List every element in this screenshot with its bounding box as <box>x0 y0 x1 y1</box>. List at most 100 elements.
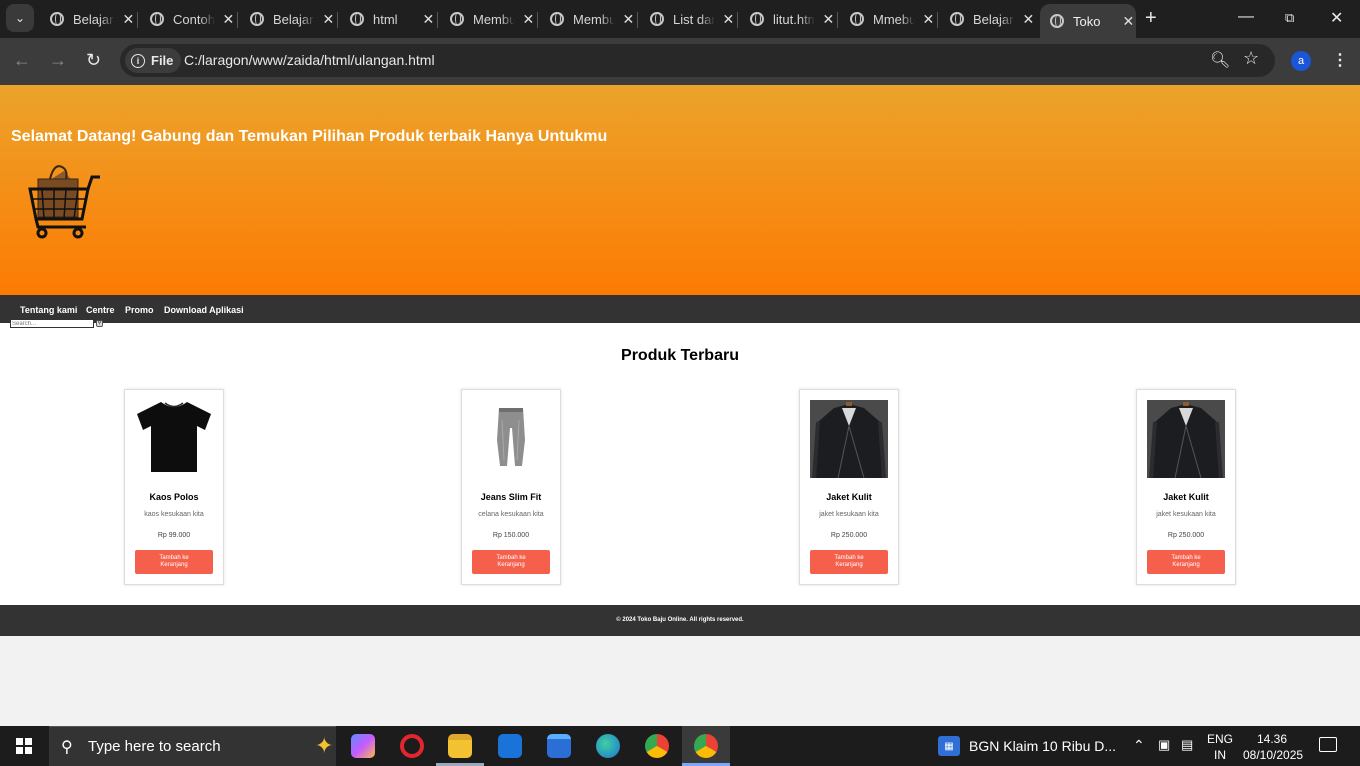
chrome-icon[interactable] <box>645 734 669 758</box>
close-icon[interactable]: ✕ <box>221 11 236 28</box>
browser-toolbar: ← → ↻ i File C:/laragon/www/zaida/html/u… <box>0 38 1360 85</box>
sparkle-icon: ✦ <box>315 733 334 758</box>
close-icon[interactable]: ✕ <box>1021 11 1036 28</box>
product-name: Jeans Slim Fit <box>480 492 542 502</box>
info-icon: i <box>131 53 145 68</box>
keyboard-region: IN <box>1214 748 1226 762</box>
windows-taskbar: ⚲ Type here to search ✦ ▦ BGN Klaim 10 R… <box>0 726 1360 766</box>
nav-link-tentang-kami[interactable]: Tentang kami <box>20 305 77 315</box>
clock-time: 14.36 <box>1256 732 1288 746</box>
browser-tab[interactable]: html ✕ <box>340 4 438 34</box>
menu-kebab-icon[interactable]: ⋮ <box>1332 50 1348 70</box>
bookmark-star-icon[interactable]: ☆ <box>1243 48 1259 69</box>
profile-initial: a <box>1297 55 1305 67</box>
site-info-chip[interactable]: i File <box>125 48 182 73</box>
close-icon[interactable]: ✕ <box>921 11 936 28</box>
outlook-icon[interactable] <box>498 734 522 758</box>
search-button[interactable]: ⚲ <box>96 320 103 327</box>
copilot-icon[interactable] <box>351 734 375 758</box>
file-explorer-icon[interactable] <box>448 734 472 758</box>
tab-label: Belajar <box>73 11 114 27</box>
reload-icon[interactable]: ↻ <box>86 50 101 71</box>
system-clock[interactable]: 14.36 08/10/2025 <box>1243 731 1303 763</box>
hero-banner: Selamat Datang! Gabung dan Temukan Pilih… <box>0 85 1360 295</box>
browser-tab[interactable]: Belajar ✕ <box>40 4 138 34</box>
close-icon[interactable]: ✕ <box>1121 13 1136 30</box>
tray-chevron-up-icon[interactable]: ⌃ <box>1133 737 1145 754</box>
opera-icon[interactable] <box>400 734 424 758</box>
tab-label: Membuat <box>473 11 515 27</box>
browser-tab-active[interactable]: Toko ✕ <box>1040 4 1136 38</box>
site-footer: © 2024 Toko Baju Online. All rights rese… <box>0 605 1360 636</box>
section-title: Produk Terbaru <box>621 347 739 364</box>
browser-tab[interactable]: litut.html ✕ <box>740 4 838 34</box>
close-icon[interactable]: ✕ <box>621 11 636 28</box>
browser-tab[interactable]: List dan ✕ <box>640 4 738 34</box>
browser-tab[interactable]: Contoh ✕ <box>140 4 238 34</box>
product-card: Jaket Kulit jaket kesukaan kita Rp 250.0… <box>799 389 899 585</box>
meet-now-icon[interactable]: ▣ <box>1158 737 1170 753</box>
product-description: kaos kesukaan kita <box>144 511 204 518</box>
tab-label: List dan <box>673 11 715 27</box>
nav-link-download-aplikasi[interactable]: Download Aplikasi <box>164 305 244 315</box>
restore-icon[interactable]: ⧉ <box>1285 10 1294 26</box>
language-indicator[interactable]: ENG IN <box>1207 731 1233 763</box>
browser-tab[interactable]: Mmebuat ✕ <box>840 4 938 34</box>
add-to-cart-button[interactable]: Tambah ke Keranjang <box>810 550 888 574</box>
taskbar-search-placeholder: Type here to search <box>88 738 221 755</box>
address-bar[interactable]: i File C:/laragon/www/zaida/html/ulangan… <box>120 44 1275 77</box>
nav-link-centre[interactable]: Centre <box>86 305 115 315</box>
globe-icon <box>450 12 464 26</box>
product-description: jaket kesukaan kita <box>819 511 879 518</box>
tab-label: Membuat <box>573 11 615 27</box>
chrome-profile-icon[interactable] <box>694 734 718 758</box>
profile-avatar[interactable]: a <box>1291 51 1311 71</box>
product-card: Jeans Slim Fit celana kesukaan kita Rp 1… <box>461 389 561 585</box>
product-description: celana kesukaan kita <box>478 511 544 518</box>
tab-label: Belajar <box>973 11 1014 27</box>
product-price: Rp 150.000 <box>492 532 530 539</box>
close-icon[interactable]: ✕ <box>821 11 836 28</box>
news-widget[interactable]: ▦ BGN Klaim 10 Ribu D... <box>938 735 1116 757</box>
tab-search-chevron-icon[interactable]: ⌄ <box>6 4 34 32</box>
product-name: Jaket Kulit <box>1163 492 1209 502</box>
nav-link-promo[interactable]: Promo <box>125 305 154 315</box>
add-to-cart-button[interactable]: Tambah ke Keranjang <box>472 550 550 574</box>
browser-tab[interactable]: Belajar ✕ <box>240 4 338 34</box>
browser-tab[interactable]: Belajar ✕ <box>940 4 1036 34</box>
globe-icon <box>550 12 564 26</box>
language-code: ENG <box>1207 732 1234 746</box>
chip-label: File <box>151 53 174 68</box>
search-icon: ⚲ <box>61 739 73 756</box>
close-icon[interactable]: ✕ <box>121 11 136 28</box>
tab-label: html <box>373 11 398 27</box>
shopping-cart-icon <box>28 165 100 239</box>
windows-start-icon[interactable] <box>16 738 32 754</box>
taskbar-search-box[interactable]: ⚲ Type here to search ✦ <box>49 726 336 766</box>
browser-tab[interactable]: Membuat ✕ <box>540 4 638 34</box>
zoom-magnifier-icon[interactable]: 🔍︎ <box>1210 50 1230 70</box>
news-icon: ▦ <box>938 736 960 756</box>
search-input[interactable] <box>10 319 94 328</box>
add-to-cart-button[interactable]: Tambah ke Keranjang <box>135 550 213 574</box>
window-close-icon[interactable]: ✕ <box>1330 8 1343 28</box>
globe-icon <box>250 12 264 26</box>
back-arrow-icon[interactable]: ← <box>13 50 31 71</box>
microsoft-store-icon[interactable] <box>547 734 571 758</box>
close-icon[interactable]: ✕ <box>321 11 336 28</box>
new-tab-plus-icon[interactable]: + <box>1145 8 1157 28</box>
edge-icon[interactable] <box>596 734 620 758</box>
url-text[interactable]: C:/laragon/www/zaida/html/ulangan.html <box>184 52 435 68</box>
add-to-cart-button[interactable]: Tambah ke Keranjang <box>1147 550 1225 574</box>
notification-icon[interactable] <box>1319 737 1337 752</box>
close-icon[interactable]: ✕ <box>521 11 536 28</box>
globe-icon <box>850 12 864 26</box>
network-icon[interactable]: ▤ <box>1181 737 1193 753</box>
forward-arrow-icon[interactable]: → <box>49 50 67 71</box>
minimize-icon[interactable]: — <box>1238 8 1254 26</box>
site-navigation: Tentang kami Centre Promo Download Aplik… <box>0 295 1360 323</box>
browser-tab[interactable]: Membuat ✕ <box>440 4 538 34</box>
close-icon[interactable]: ✕ <box>721 11 736 28</box>
product-price: Rp 250.000 <box>1167 532 1205 539</box>
close-icon[interactable]: ✕ <box>421 11 436 28</box>
